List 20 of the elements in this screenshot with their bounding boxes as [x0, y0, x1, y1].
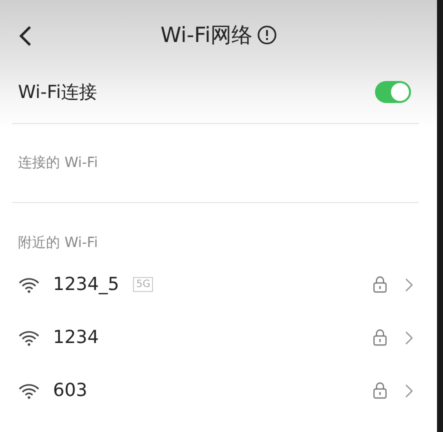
chevron-icon — [405, 278, 413, 292]
network-row[interactable]: 1234_5 5G — [0, 258, 437, 311]
section-title: 连接的 Wi-Fi — [18, 154, 98, 172]
network-name: 1234 — [53, 327, 99, 348]
wifi-icon — [19, 330, 39, 346]
chevron-icon — [405, 384, 413, 398]
back-icon[interactable] — [18, 25, 32, 47]
network-row[interactable]: 603 — [0, 364, 437, 417]
page-title: Wi-Fi网络 — [160, 22, 253, 49]
network-row[interactable]: 1234 — [0, 311, 437, 364]
wifi-icon — [19, 382, 39, 398]
wifi-toggle-label: Wi-Fi连接 — [18, 80, 98, 104]
network-name: 1234_5 — [53, 274, 120, 295]
chevron-icon — [405, 330, 413, 344]
network-name: 603 — [53, 380, 88, 401]
wifi-icon — [19, 276, 39, 292]
band-tag: 5G — [133, 277, 154, 292]
info-icon[interactable] — [256, 25, 277, 45]
wifi-switch[interactable] — [375, 80, 411, 102]
section-title: 附近的 Wi-Fi — [18, 234, 98, 252]
